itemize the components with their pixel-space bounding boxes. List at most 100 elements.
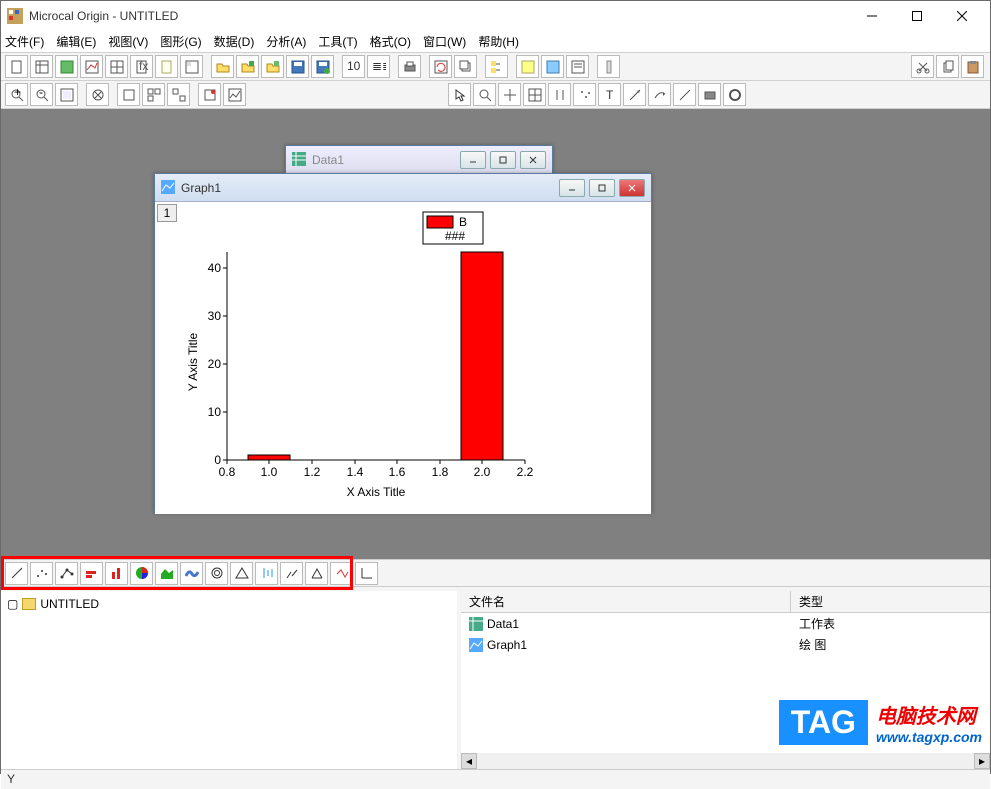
copy-button[interactable] [936,55,959,78]
text-tool-button[interactable]: T [598,83,621,106]
template-plot-button[interactable] [355,562,378,585]
list-item-name: Data1 [487,617,519,631]
menu-tools[interactable]: 工具(T) [318,33,357,50]
chart-area[interactable]: 1 B ### Y Axis Title 0 10 [155,202,651,514]
screen-reader-button[interactable] [498,83,521,106]
y-axis-label: Y Axis Title [186,332,200,391]
tree-root[interactable]: ▢ UNTITLED [5,595,453,613]
col-filename[interactable]: 文件名 [461,591,791,612]
save-template-button[interactable] [311,55,334,78]
menu-analysis[interactable]: 分析(A) [266,33,306,50]
rescale-button[interactable] [55,83,78,106]
project-explorer-button[interactable] [485,55,508,78]
data1-window[interactable]: Data1 [285,145,553,173]
add-axes-button[interactable] [198,83,221,106]
results-log-button[interactable] [516,55,539,78]
data-selector-button[interactable] [548,83,571,106]
code-builder-button[interactable] [541,55,564,78]
cut-button[interactable] [911,55,934,78]
worksheet-icon [469,617,483,631]
data-reader-button[interactable] [523,83,546,106]
layer-tab[interactable]: 1 [157,204,177,222]
scroll-left-button[interactable]: ◂ [461,753,477,769]
watermark-badge: TAG [779,700,868,745]
curved-arrow-button[interactable] [648,83,671,106]
open-excel-button[interactable] [261,55,284,78]
highlight-box [1,556,353,590]
data1-minimize-button[interactable] [460,151,486,169]
legend-sub: ### [445,229,465,243]
list-item[interactable]: Graph1 绘 图 [461,634,990,655]
graph1-minimize-button[interactable] [559,179,585,197]
duplicate-button[interactable] [454,55,477,78]
scroll-right-button[interactable]: ▸ [974,753,990,769]
open-button[interactable] [211,55,234,78]
new-matrix-button[interactable] [105,55,128,78]
svg-text:30: 30 [208,309,222,323]
zoom-out-button[interactable]: - [30,83,53,106]
maximize-button[interactable] [894,2,939,30]
menu-help[interactable]: 帮助(H) [478,33,519,50]
svg-text:≣≣: ≣≣ [372,60,386,73]
save-project-button[interactable] [286,55,309,78]
svg-text:1.2: 1.2 [304,465,321,479]
menu-graph[interactable]: 图形(G) [160,33,201,50]
menu-edit[interactable]: 编辑(E) [56,33,96,50]
refresh-button[interactable] [429,55,452,78]
add-column-button[interactable] [597,55,620,78]
data1-maximize-button[interactable] [490,151,516,169]
bar-1[interactable] [248,455,290,460]
graph1-close-button[interactable] [619,179,645,197]
bar-2[interactable] [461,252,503,460]
new-graph-button[interactable] [80,55,103,78]
new-project-button[interactable] [5,55,28,78]
new-function-button[interactable]: fx [130,55,153,78]
merge-layers-button[interactable] [167,83,190,106]
tree-root-label: UNTITLED [40,597,99,611]
menu-data[interactable]: 数据(D) [214,33,255,50]
menu-view[interactable]: 视图(V) [108,33,148,50]
graph1-window[interactable]: Graph1 1 B ### Y Axis Title [154,173,652,513]
import-ascii-button[interactable]: 101 [342,55,365,78]
chart-legend[interactable]: B ### [423,212,483,244]
col-type[interactable]: 类型 [791,591,990,612]
pointer-tool-button[interactable] [448,83,471,106]
zoom-in-button[interactable]: + [5,83,28,106]
graph1-maximize-button[interactable] [589,179,615,197]
add-plot-button[interactable] [223,83,246,106]
new-excel-button[interactable] [55,55,78,78]
menu-window[interactable]: 窗口(W) [423,33,466,50]
new-notes-button[interactable] [155,55,178,78]
import-multi-button[interactable]: ≣≣ [367,55,390,78]
paste-button[interactable] [961,55,984,78]
menu-file[interactable]: 文件(F) [5,33,44,50]
new-worksheet-button[interactable] [30,55,53,78]
close-button[interactable] [939,2,984,30]
data1-close-button[interactable] [520,151,546,169]
project-tree[interactable]: ▢ UNTITLED [1,591,461,769]
layer-tool-button[interactable] [86,83,109,106]
rect-tool-button[interactable] [698,83,721,106]
extract-layers-button[interactable] [142,83,165,106]
tree-expand-icon[interactable]: ▢ [7,597,18,611]
add-layer-button[interactable] [117,83,140,106]
svg-text:0.8: 0.8 [219,465,236,479]
line-tool-button[interactable] [673,83,696,106]
minimize-button[interactable] [849,2,894,30]
open-template-button[interactable] [236,55,259,78]
script-window-button[interactable] [566,55,589,78]
draw-data-button[interactable] [573,83,596,106]
standard-toolbar: fx 101 ≣≣ [1,53,990,81]
svg-text:+: + [14,88,21,99]
svg-text:2.2: 2.2 [517,465,534,479]
list-item[interactable]: Data1 工作表 [461,613,990,634]
circle-tool-button[interactable] [723,83,746,106]
chart-plot[interactable]: B ### Y Axis Title 0 10 20 30 40 [155,202,651,512]
new-layout-button[interactable] [180,55,203,78]
zoom-tool-button[interactable] [473,83,496,106]
print-button[interactable] [398,55,421,78]
arrow-tool-button[interactable] [623,83,646,106]
horizontal-scrollbar[interactable]: ◂ ▸ [461,753,990,769]
menu-format[interactable]: 格式(O) [370,33,411,50]
svg-text:1.6: 1.6 [389,465,406,479]
